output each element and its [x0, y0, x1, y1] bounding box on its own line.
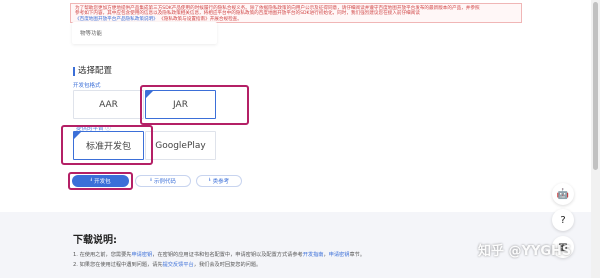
feedback-link[interactable]: 提交反馈平台 [163, 262, 194, 268]
download-icon: ⭳ [150, 177, 152, 183]
class-reference-label: 类参考 [212, 179, 230, 185]
function-card-text: 物等功能 [80, 31, 103, 37]
help-icon[interactable]: ? [552, 209, 574, 231]
dev-guide-link[interactable]: 开发指南 [303, 252, 324, 258]
option-aar[interactable]: AAR [73, 90, 144, 119]
class-reference-button[interactable]: ⭳ 类参考 [196, 175, 242, 187]
option-googleplay-label: GooglePlay [155, 140, 206, 151]
sample-code-label: 示例代码 [153, 179, 176, 185]
section-title: 选择配置 [73, 67, 112, 76]
download-icon: ⭳ [208, 177, 211, 183]
highlight-box-download [68, 172, 133, 190]
option-aar-label: AAR [99, 99, 118, 110]
option-googleplay[interactable]: GooglePlay [145, 131, 216, 160]
function-card: 物等功能 [72, 22, 217, 44]
robot-icon[interactable]: 🤖 [552, 183, 574, 205]
highlight-box-standard [61, 125, 153, 165]
scrollbar-thumb[interactable] [593, 2, 598, 170]
highlight-box-jar [140, 85, 249, 125]
privacy-notice: 为了帮助您更加方便地提供产品集成第三方SDK产品使用的时候履行的隐私合规义务。除… [70, 3, 522, 23]
download-notes-title: 下载说明: [73, 235, 117, 246]
sample-code-button[interactable]: ⭳ 示例代码 [135, 175, 191, 187]
download-note-2: 2. 如果您在使用过程中遇到问题，请先提交反馈平台，我们会及时回复您的问题。 [73, 262, 262, 268]
download-note-1: 1. 在使用之前，您需要先申请密钥，在密钥的应用证书和包名配置中，申请密钥以及配… [73, 252, 366, 258]
watermark: 知乎 @YYGHS [478, 244, 572, 259]
format-label: 开发包格式 [73, 83, 101, 89]
apply-key-link[interactable]: 申请密钥 [131, 252, 152, 258]
apply-key-chapter-link[interactable]: 申请密钥 [329, 252, 350, 258]
